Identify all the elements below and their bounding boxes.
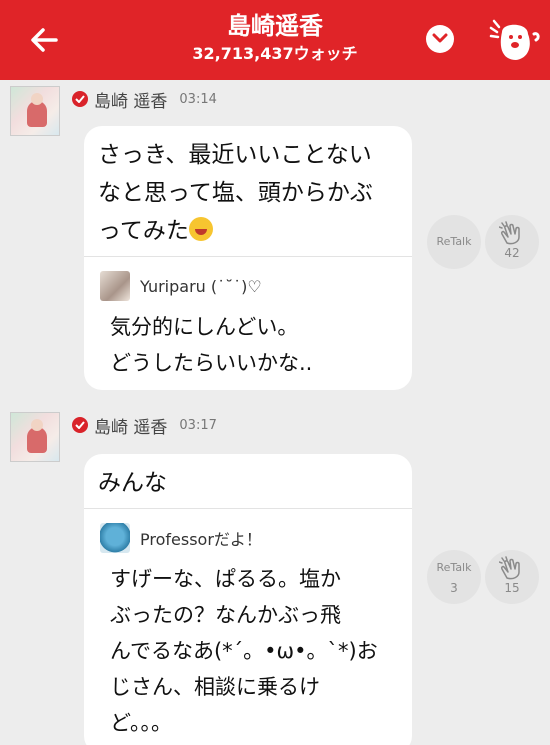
verified-check-icon bbox=[72, 91, 88, 107]
reply-line: どうしたらいいかな.. bbox=[110, 351, 313, 375]
message-bubble[interactable]: さっき、最近いいことない なと思って塩、頭からかぶ ってみた Yuriparu … bbox=[84, 126, 412, 390]
clap-hands-icon bbox=[499, 556, 520, 580]
dropdown-button[interactable] bbox=[426, 25, 454, 53]
clap-button[interactable]: 42 bbox=[485, 215, 539, 269]
retalk-label: ReTalk bbox=[436, 561, 472, 574]
message-line: さっき、最近いいことない bbox=[98, 142, 372, 168]
watch-count: 32,713,437ウォッチ bbox=[192, 44, 358, 63]
clap-count: 15 bbox=[504, 581, 520, 595]
sender-avatar[interactable] bbox=[10, 86, 60, 136]
quoted-reply: Yuriparu (˙˘˙)♡ 気分的にしんどい。 どうしたらいいかな.. bbox=[84, 256, 412, 390]
reply-name: Yuriparu (˙˘˙)♡ bbox=[140, 276, 262, 296]
clap-hands-icon bbox=[499, 221, 520, 245]
quoted-reply: Professorだよ！ すげーな、ぱるる。塩か ぶったの？なんかぶっ飛 んでる… bbox=[84, 508, 412, 745]
laughing-emoji-icon bbox=[188, 217, 213, 241]
verified-check-icon bbox=[72, 417, 88, 433]
message-text: みんな bbox=[84, 454, 412, 508]
clap-button[interactable]: 15 bbox=[485, 550, 539, 604]
message-line-with-emoji: ってみた bbox=[98, 212, 398, 250]
message-time: 03:14 bbox=[179, 91, 217, 107]
sender-info: 島崎 遥香 03:17 bbox=[72, 414, 217, 438]
reply-line: ど。。。 bbox=[110, 711, 172, 735]
sender-avatar[interactable] bbox=[10, 412, 60, 462]
chevron-down-icon bbox=[432, 33, 448, 43]
reply-avatar bbox=[100, 523, 130, 553]
retalk-count: 3 bbox=[450, 581, 458, 595]
clap-ghost-button[interactable] bbox=[488, 14, 542, 68]
reply-line: じさん、相談に乗るけ bbox=[110, 675, 320, 699]
reply-name: Professorだよ！ bbox=[140, 530, 262, 549]
reply-text: すげーな、ぱるる。塩か ぶったの？なんかぶっ飛 んでるなあ(*´。•ω•。`*)… bbox=[98, 555, 398, 741]
message-line: みんな bbox=[98, 470, 167, 496]
reply-line: んでるなあ(*´。•ω•。`*)お bbox=[110, 639, 378, 663]
retalk-label: ReTalk bbox=[436, 235, 472, 248]
clap-count: 42 bbox=[504, 246, 520, 260]
sender-name: 島崎 遥香 bbox=[94, 91, 168, 112]
reply-line: 気分的にしんどい。 bbox=[110, 315, 299, 339]
retalk-button[interactable]: ReTalk bbox=[427, 215, 481, 269]
retalk-button[interactable]: ReTalk 3 bbox=[427, 550, 481, 604]
message-text: さっき、最近いいことない なと思って塩、頭からかぶ ってみた bbox=[84, 126, 412, 256]
page-title: 島崎遥香 bbox=[227, 12, 323, 40]
reply-text: 気分的にしんどい。 どうしたらいいかな.. bbox=[98, 303, 398, 381]
reply-line: すげーな、ぱるる。塩か bbox=[110, 567, 341, 591]
sender-info: 島崎 遥香 03:14 bbox=[72, 88, 217, 112]
sender-name: 島崎 遥香 bbox=[94, 417, 168, 438]
reply-avatar bbox=[100, 271, 130, 301]
message-line: なと思って塩、頭からかぶ bbox=[98, 180, 373, 206]
message-line: ってみた bbox=[98, 218, 189, 244]
app-header: 島崎遥香 32,713,437ウォッチ bbox=[0, 0, 550, 80]
message-time: 03:17 bbox=[179, 417, 217, 433]
reply-line: ぶったの？なんかぶっ飛 bbox=[110, 603, 341, 627]
message-bubble[interactable]: みんな Professorだよ！ すげーな、ぱるる。塩か ぶったの？なんかぶっ飛… bbox=[84, 454, 412, 745]
clap-ghost-icon bbox=[489, 19, 540, 60]
